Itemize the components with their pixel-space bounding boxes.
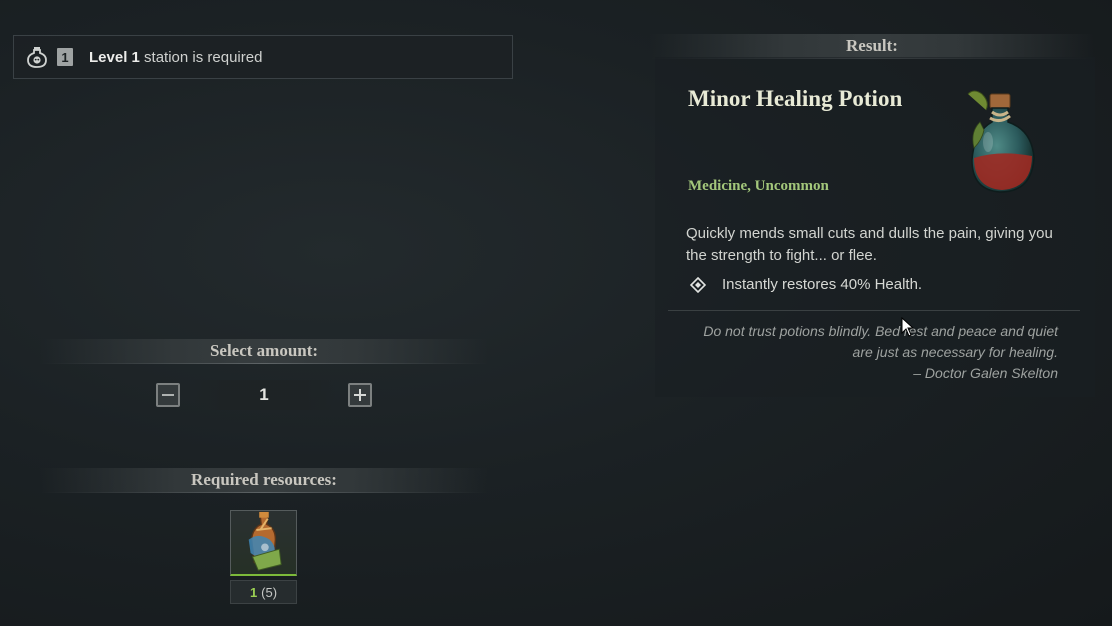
amount-input[interactable]: 1 — [192, 380, 336, 410]
station-requirement-suffix: station is required — [139, 48, 263, 66]
increase-amount-button[interactable] — [348, 383, 372, 407]
resource-count: 1 (5) — [230, 580, 297, 604]
resource-have-count: 1 — [249, 584, 258, 600]
item-category: Medicine, Uncommon — [688, 178, 829, 194]
effect-text: Instantly restores 40% Health. — [722, 276, 923, 293]
resource-need-count: (5) — [261, 584, 278, 600]
mouse-cursor-icon — [901, 317, 915, 337]
result-divider — [668, 310, 1080, 311]
diamond-bullet-icon — [690, 276, 706, 293]
station-requirement-bar: 1 Level 1 station is required — [13, 35, 513, 79]
select-amount-header: Select amount: — [40, 339, 488, 364]
item-description: Quickly mends small cuts and dulls the p… — [686, 225, 1053, 264]
result-header: Result: — [650, 34, 1094, 59]
quote-line: Do not trust potions blindly. Bed rest a… — [703, 323, 1058, 339]
station-level-word: Level 1 — [89, 48, 140, 66]
effect-row: Instantly restores 40% Health. — [690, 276, 922, 293]
red-potion-flask-icon — [967, 90, 1035, 193]
station-level-badge: 1 — [57, 48, 73, 66]
potion-skull-icon — [27, 47, 47, 68]
flavor-quote: Do not trust potions blindly. Bed rest a… — [668, 321, 1058, 384]
herb-bottle-icon — [248, 511, 282, 571]
plus-icon — [354, 389, 366, 401]
minus-icon — [162, 394, 174, 396]
station-requirement-text: Level 1 station is required — [89, 49, 262, 66]
item-name: Minor Healing Potion — [688, 86, 903, 111]
resource-slot[interactable] — [230, 510, 297, 576]
quote-attribution: – Doctor Galen Skelton — [913, 365, 1058, 381]
required-resources-header: Required resources: — [40, 468, 488, 493]
amount-value: 1 — [259, 385, 269, 404]
quote-line: are just as necessary for healing. — [852, 344, 1058, 360]
decrease-amount-button[interactable] — [156, 383, 180, 407]
